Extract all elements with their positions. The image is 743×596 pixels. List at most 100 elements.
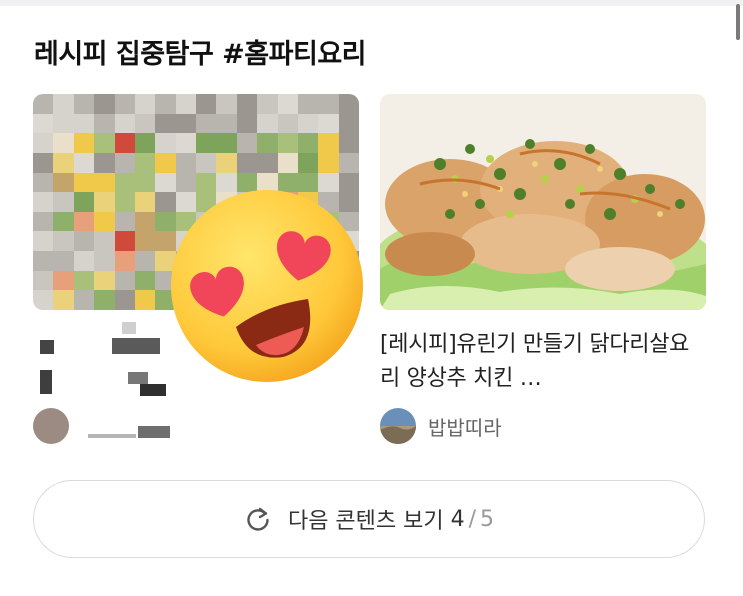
mosaic-cell — [134, 94, 156, 114]
mosaic-cell — [53, 270, 74, 291]
mosaic-cell — [33, 251, 54, 271]
scrollbar-thumb[interactable] — [736, 4, 740, 40]
mosaic-cell — [94, 231, 115, 252]
mosaic-cell — [53, 231, 74, 252]
censor-bar — [138, 426, 170, 438]
mosaic-cell — [114, 290, 135, 310]
mosaic-cell — [134, 113, 156, 134]
mosaic-cell — [297, 113, 319, 134]
mosaic-cell — [338, 113, 359, 134]
mosaic-cell — [94, 152, 115, 173]
mosaic-cell — [53, 133, 74, 153]
mosaic-cell — [114, 192, 135, 212]
mosaic-cell — [196, 133, 217, 153]
mosaic-cell — [73, 211, 95, 232]
mosaic-cell — [236, 94, 258, 114]
heart-eyes-emoji-icon — [171, 190, 363, 382]
mosaic-cell — [33, 113, 54, 134]
mosaic-cell — [277, 113, 298, 134]
mosaic-cell — [216, 152, 237, 173]
food-photo — [380, 94, 706, 310]
mosaic-cell — [53, 251, 74, 271]
mosaic-cell — [216, 133, 237, 153]
mosaic-cell — [73, 270, 95, 291]
mosaic-cell — [236, 152, 258, 173]
top-divider — [0, 0, 743, 6]
mosaic-cell — [73, 94, 95, 114]
mosaic-cell — [53, 94, 74, 114]
mosaic-cell — [236, 113, 258, 134]
avatar — [380, 408, 416, 444]
mosaic-cell — [94, 94, 115, 114]
mosaic-cell — [114, 211, 135, 232]
mosaic-cell — [33, 290, 54, 310]
mosaic-cell — [33, 192, 54, 212]
mosaic-cell — [318, 133, 339, 153]
mosaic-cell — [114, 152, 135, 173]
mosaic-cell — [73, 231, 95, 252]
mosaic-cell — [114, 270, 135, 291]
mosaic-cell — [33, 231, 54, 252]
mosaic-cell — [216, 113, 237, 134]
censor-bar — [112, 338, 160, 354]
mosaic-cell — [73, 172, 95, 193]
mosaic-cell — [33, 211, 54, 232]
mosaic-cell — [73, 133, 95, 153]
avatar — [33, 408, 69, 444]
censor-bar — [40, 340, 54, 354]
mosaic-cell — [257, 113, 278, 134]
mosaic-cell — [114, 172, 135, 193]
author-name: 밥밥띠라 — [428, 415, 502, 440]
mosaic-cell — [94, 211, 115, 232]
mosaic-cell — [94, 290, 115, 310]
mosaic-cell — [318, 113, 339, 134]
mosaic-cell — [134, 211, 156, 232]
card-title[interactable]: [레시피]유린기 만들기 닭다리살요리 양상추 치킨 … — [380, 328, 706, 396]
mosaic-cell — [33, 94, 54, 114]
censor-bar — [128, 372, 148, 384]
censor-bar — [88, 434, 136, 438]
mosaic-cell — [73, 113, 95, 134]
mosaic-cell — [257, 133, 278, 153]
recipe-card[interactable]: [레시피]유린기 만들기 닭다리살요리 양상추 치킨 … 밥밥띠라 — [380, 94, 706, 444]
mosaic-cell — [297, 94, 319, 114]
page-current: 4 — [450, 506, 465, 532]
mosaic-cell — [33, 270, 54, 291]
mosaic-cell — [73, 251, 95, 271]
mosaic-cell — [33, 172, 54, 193]
mosaic-cell — [114, 251, 135, 271]
mosaic-cell — [155, 133, 176, 153]
next-content-button[interactable]: 다음 콘텐츠 보기 4 / 5 — [33, 480, 705, 558]
mosaic-cell — [277, 152, 298, 173]
mosaic-cell — [33, 152, 54, 173]
mosaic-cell — [73, 290, 95, 310]
mosaic-cell — [53, 192, 74, 212]
page-separator: / — [468, 506, 477, 532]
mosaic-cell — [94, 270, 115, 291]
mosaic-cell — [196, 152, 217, 173]
card-thumbnail-yuringi — [380, 94, 706, 310]
mosaic-cell — [134, 133, 156, 153]
card-author — [33, 408, 359, 444]
mosaic-cell — [175, 113, 196, 134]
censor-bar — [140, 384, 166, 396]
mosaic-cell — [134, 192, 156, 212]
mosaic-cell — [338, 133, 359, 153]
mosaic-cell — [114, 94, 135, 114]
mosaic-cell — [94, 113, 115, 134]
mosaic-cell — [53, 211, 74, 232]
mosaic-cell — [94, 192, 115, 212]
mosaic-cell — [318, 94, 339, 114]
mosaic-cell — [53, 152, 74, 173]
mosaic-cell — [196, 113, 217, 134]
censor-bar — [40, 370, 52, 394]
mosaic-cell — [94, 251, 115, 271]
censor-bar — [122, 322, 136, 334]
card-author[interactable]: 밥밥띠라 — [380, 408, 706, 444]
mosaic-cell — [175, 133, 196, 153]
mosaic-cell — [277, 94, 298, 114]
refresh-icon — [247, 507, 269, 531]
section-title: 레시피 집중탐구 #홈파티요리 — [34, 39, 367, 70]
mosaic-cell — [114, 231, 135, 252]
mosaic-cell — [33, 133, 54, 153]
